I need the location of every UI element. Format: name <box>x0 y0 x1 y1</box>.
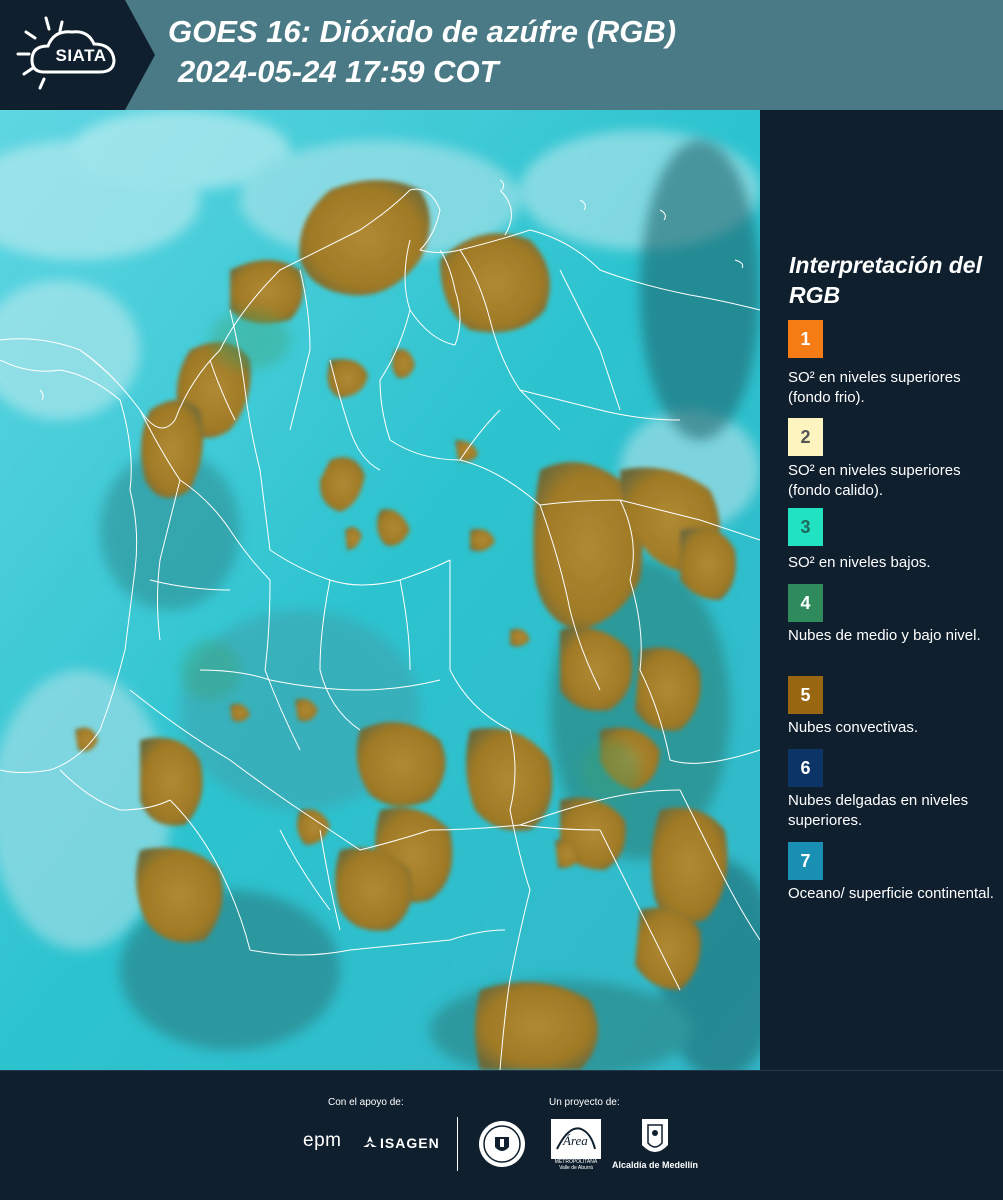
page-title: GOES 16: Dióxido de azúfre (RGB) <box>168 14 677 49</box>
project-label: Un proyecto de: <box>549 1097 620 1108</box>
legend-title: Interpretación del RGB <box>789 252 982 308</box>
area-logo-text: Área <box>562 1133 588 1148</box>
legend-swatch-1: 1 <box>788 320 823 358</box>
legend-label-5: Nubes convectivas. <box>788 719 919 736</box>
area-metropolitana-text: METROPOLITANA Valle de Aburrá <box>554 1159 598 1171</box>
support-label: Con el apoyo de: <box>328 1097 404 1108</box>
legend-swatch-6: 6 <box>788 749 823 787</box>
satellite-image <box>0 110 760 1070</box>
medellin-shield-icon <box>642 1119 668 1152</box>
logo-text: SIATA <box>55 46 107 65</box>
legend-label-7: Oceano/ superficie continental. <box>788 885 994 902</box>
area-metropolitana-logo: Área <box>551 1119 601 1159</box>
legend-label-6: Nubes delgadas en niveles superiores. <box>788 792 969 829</box>
footer: Con el apoyo de: Un proyecto de: epm ISA… <box>0 1070 1003 1200</box>
legend-label-4: Nubes de medio y bajo nivel. <box>788 627 981 644</box>
isagen-logo: ISAGEN <box>380 1135 440 1151</box>
legend-swatch-2: 2 <box>788 418 823 456</box>
header: SIATA GOES 16: Dióxido de azúfre (RGB) 2… <box>0 0 1003 110</box>
alcaldia-medellin-logo: Alcaldía de Medellín <box>612 1160 699 1170</box>
legend-swatch-4: 4 <box>788 584 823 622</box>
legend-swatch-5: 5 <box>788 676 823 714</box>
university-seal-icon <box>479 1121 525 1167</box>
satellite-map <box>0 110 760 1070</box>
siata-logo: SIATA <box>0 0 155 110</box>
legend-swatch-7: 7 <box>788 842 823 880</box>
footer-divider <box>457 1117 458 1171</box>
legend-panel: Interpretación del RGB 1 SO² en niveles … <box>760 110 1003 1070</box>
legend-swatch-3: 3 <box>788 508 823 546</box>
epm-logo: epm <box>303 1130 342 1151</box>
legend-label-2: SO² en niveles superiores (fondo calido)… <box>788 462 961 499</box>
legend-label-3: SO² en niveles bajos. <box>788 554 931 571</box>
page-timestamp: 2024-05-24 17:59 COT <box>178 54 499 89</box>
legend-label-1: SO² en niveles superiores (fondo frio). <box>788 369 961 406</box>
isagen-icon <box>363 1136 377 1147</box>
